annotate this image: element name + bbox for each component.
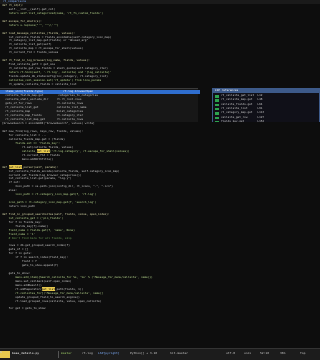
reference-marker-icon [215, 95, 219, 98]
major-mode[interactable]: LSP[pyright] [98, 351, 120, 356]
status-bar: N base_details.py master rt-log LSP[pyri… [0, 348, 320, 360]
divider [58, 351, 59, 358]
reference-marker-icon [215, 99, 219, 102]
minor-mode: Python[] + 3.10 [130, 351, 158, 355]
reference-marker-icon [215, 103, 219, 107]
branch-name[interactable]: master [61, 351, 72, 356]
autocomplete-popup[interactable]: items_sink(fields.type) rt.log.browserOp… [0, 88, 200, 123]
code-line[interactable]: for get = gets_to_show: [0, 306, 320, 311]
buffer-position: Top [300, 351, 306, 355]
section-name: rt-log [82, 351, 93, 355]
mode-indicator: N [0, 350, 10, 358]
reference-marker-icon [215, 116, 219, 120]
reference-marker-icon [215, 112, 219, 115]
file-name[interactable]: base_details.py [12, 351, 39, 356]
minibuffer[interactable]: [browseSearch = encodeURI("browseSearch"… [0, 121, 320, 142]
extra-status: hit-master [170, 351, 189, 355]
encoding: utf-8 [226, 351, 236, 355]
editor-buffer-bottom[interactable]: fields.ext == 'fields_key': rt.set(calls… [0, 142, 320, 348]
cursor-position: 52:10 [260, 351, 270, 355]
eol-format: unix [244, 351, 252, 355]
buffer-percent: 36% [280, 351, 286, 355]
editor-buffer-top[interactable]: def rt_id(d): self.__init__(self).get_cs… [0, 4, 320, 92]
reference-marker-icon [215, 107, 219, 111]
